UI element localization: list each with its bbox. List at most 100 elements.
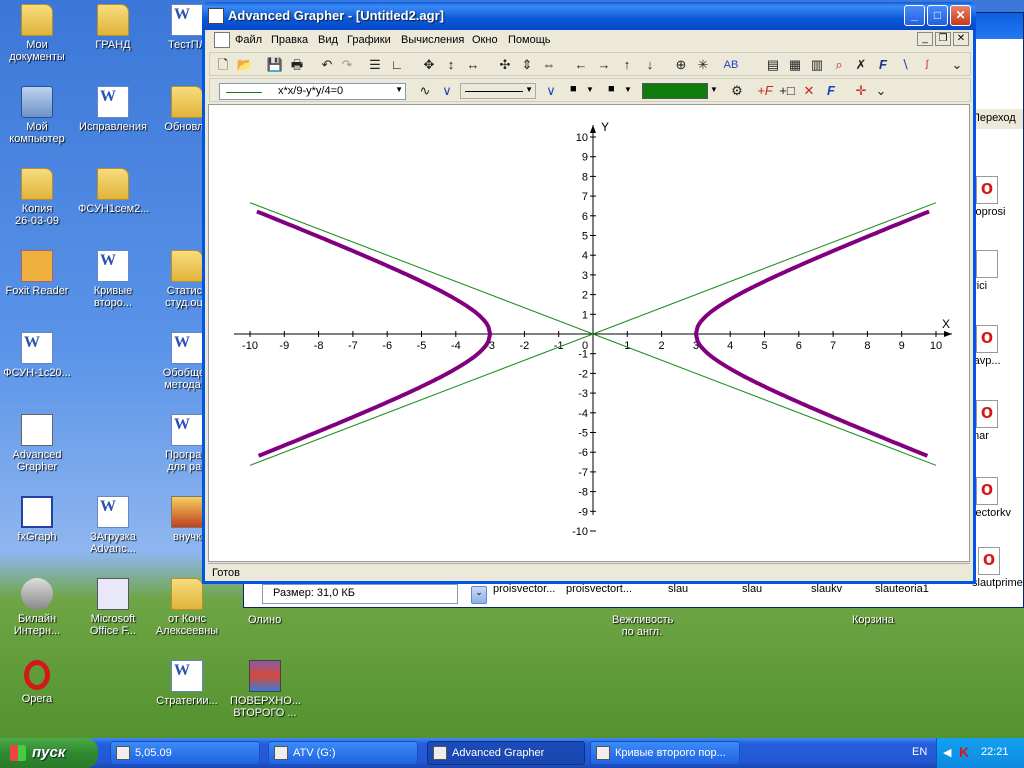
add-table-icon[interactable]: +□ <box>778 82 796 100</box>
list-item[interactable]: mar <box>970 400 1024 442</box>
labels-icon[interactable]: AB <box>722 56 740 74</box>
move-icon[interactable]: ✥ <box>420 56 438 74</box>
desktop-icon[interactable]: ФСУН1сем2... <box>78 168 149 215</box>
trace-icon[interactable]: ✛ <box>852 82 870 100</box>
desktop-icon-label[interactable]: Олино <box>248 614 281 626</box>
zoom-horizontal-icon[interactable]: ⇔ <box>540 56 558 74</box>
desktop-icon[interactable]: Microsoft Office F... <box>78 578 148 637</box>
v-shape-icon[interactable]: ∨ <box>438 82 456 100</box>
save-icon[interactable]: 💾 <box>266 56 284 74</box>
list-item[interactable]: slau <box>668 583 688 595</box>
vertical-resize-icon[interactable]: ↕ <box>442 56 460 74</box>
antivirus-icon[interactable]: K <box>959 744 969 760</box>
list-item[interactable]: proisvectort... <box>566 583 632 595</box>
add-function-icon[interactable]: +F <box>756 82 774 100</box>
function-selector[interactable]: x*x/9-y*y/4=0 ▼ <box>219 83 406 100</box>
recycle-bin-label[interactable]: Корзина <box>852 614 894 626</box>
undo-icon[interactable]: ↶ <box>318 56 336 74</box>
menu-graphs[interactable]: Графики <box>347 34 391 46</box>
integral-icon[interactable]: ∫ <box>918 56 936 74</box>
desktop-icon[interactable]: Билайн Интерн... <box>2 578 72 637</box>
start-button[interactable]: пуск <box>0 738 98 768</box>
curve-style-icon[interactable]: ∿ <box>416 82 434 100</box>
list-item[interactable]: trici <box>970 250 1024 292</box>
fill-style-dropdown[interactable]: ■ ▼ <box>604 83 634 99</box>
arrow-right-icon[interactable]: → <box>595 56 613 74</box>
menu-help[interactable]: Помощь <box>508 34 551 46</box>
find-icon[interactable]: ⌕ <box>830 56 848 74</box>
arrow-left-icon[interactable]: ← <box>572 56 590 74</box>
graph-area[interactable]: X Y -10 -9 -8 -7 -6 -5 -4 -3 -2 -1 0 1 2 3 4 5 6 7 8 9 10 10 9 8 7… <box>208 104 970 562</box>
desktop-icon[interactable]: от Конс Алексеевны <box>152 578 222 637</box>
redo-icon[interactable]: ↷ <box>338 56 356 74</box>
desktop-icon[interactable]: Кривыевторо... <box>78 250 148 309</box>
color-picker[interactable] <box>642 83 708 99</box>
menu-window[interactable]: Окно <box>472 34 498 46</box>
list-item[interactable]: slautprimer <box>972 547 1024 589</box>
desktop-icon[interactable]: Advanced Grapher <box>2 414 72 473</box>
point-style-dropdown[interactable]: ■ ▼ <box>566 83 596 99</box>
arrow-up-icon[interactable]: ↑ <box>618 56 636 74</box>
desktop-icon[interactable]: ФСУН-1с20... <box>2 332 72 379</box>
task-button[interactable]: ATV (G:) <box>268 741 418 765</box>
desktop-icon[interactable]: Стратегии... <box>152 660 222 707</box>
menu-file[interactable]: Файл <box>235 34 262 46</box>
properties-icon[interactable]: ⚙ <box>728 82 746 100</box>
list-item[interactable]: slaukv <box>811 583 842 595</box>
menu-calculations[interactable]: Вычисления <box>401 34 464 46</box>
asterisk-icon[interactable]: ✳ <box>694 56 712 74</box>
desktop-icon[interactable]: Исправления <box>78 86 148 133</box>
desktop-icon-label[interactable]: Вежливость по англ. <box>612 614 673 638</box>
desktop-icon[interactable]: ЗАгрузкаAdvanc... <box>78 496 148 555</box>
list-item[interactable]: ravp... <box>970 325 1024 367</box>
desktop-icon[interactable]: Копия 26-03-09 <box>2 168 72 227</box>
arrow-down-icon[interactable]: ↓ <box>641 56 659 74</box>
maximize-button[interactable]: □ <box>927 5 948 26</box>
mdi-close-button[interactable]: ✕ <box>953 32 969 46</box>
delete-icon[interactable]: ✕ <box>800 82 818 100</box>
list-icon[interactable]: ☰ <box>366 56 384 74</box>
chevron-down-icon[interactable]: ⌄ <box>471 586 487 604</box>
list-item[interactable]: vectorkv <box>970 477 1024 519</box>
table-icon[interactable]: ▥ <box>808 56 826 74</box>
desktop-icon[interactable]: fxGraph <box>2 496 72 543</box>
derivative-icon[interactable]: ∖ <box>896 56 914 74</box>
chevron-down-icon[interactable]: ▼ <box>710 85 718 94</box>
desktop-icon[interactable]: ПОВЕРХНО... ВТОРОГО ... <box>230 660 301 719</box>
document-icon[interactable] <box>214 32 230 48</box>
close-button[interactable]: ✕ <box>950 5 971 26</box>
new-file-icon[interactable]: 🗋 <box>214 56 232 74</box>
window-titlebar[interactable]: Advanced Grapher - [Untitled2.agr] _ □ ✕ <box>202 2 976 30</box>
zoom-vertical-icon[interactable]: ⇕ <box>518 56 536 74</box>
task-button[interactable]: 5,05.09 <box>110 741 260 765</box>
list-item[interactable]: 3 <box>970 132 1024 148</box>
task-button-active[interactable]: Advanced Grapher <box>427 741 585 765</box>
crosshair-icon[interactable]: ⊕ <box>672 56 690 74</box>
desktop-icon[interactable]: Мой компьютер <box>2 86 72 145</box>
list-item[interactable]: voprosi <box>970 176 1024 218</box>
edit-function-icon[interactable]: F <box>822 82 840 100</box>
horizontal-resize-icon[interactable]: ↔ <box>464 56 482 74</box>
chevron-down-icon[interactable]: ⌄ <box>948 56 966 74</box>
desktop-icon[interactable]: ГРАНД <box>78 4 148 51</box>
language-indicator[interactable]: EN <box>912 746 927 758</box>
task-button[interactable]: Кривые второго пор... <box>590 741 740 765</box>
line-style-dropdown[interactable]: ▼ <box>460 83 536 99</box>
menu-view[interactable]: Вид <box>318 34 338 46</box>
marker-icon[interactable]: ∨ <box>542 82 560 100</box>
menu-edit[interactable]: Правка <box>271 34 308 46</box>
mdi-restore-button[interactable]: ❐ <box>935 32 951 46</box>
minimize-button[interactable]: _ <box>904 5 925 26</box>
axes-icon[interactable]: ∟ <box>388 56 406 74</box>
desktop-icon[interactable]: Opera <box>2 660 72 705</box>
calculator-icon[interactable]: ▦ <box>786 56 804 74</box>
list-item[interactable]: proisvector... <box>493 583 555 595</box>
zoom-in-icon[interactable]: ✣ <box>496 56 514 74</box>
chevron-down-icon[interactable]: ⌄ <box>872 82 890 100</box>
function-icon[interactable]: F <box>874 56 892 74</box>
mdi-minimize-button[interactable]: _ <box>917 32 933 46</box>
print-icon[interactable]: 🖶 <box>288 56 306 74</box>
list-item[interactable]: slau <box>742 583 762 595</box>
list-item[interactable]: slauteoria1 <box>875 583 929 595</box>
open-folder-icon[interactable]: 📂 <box>236 56 254 74</box>
